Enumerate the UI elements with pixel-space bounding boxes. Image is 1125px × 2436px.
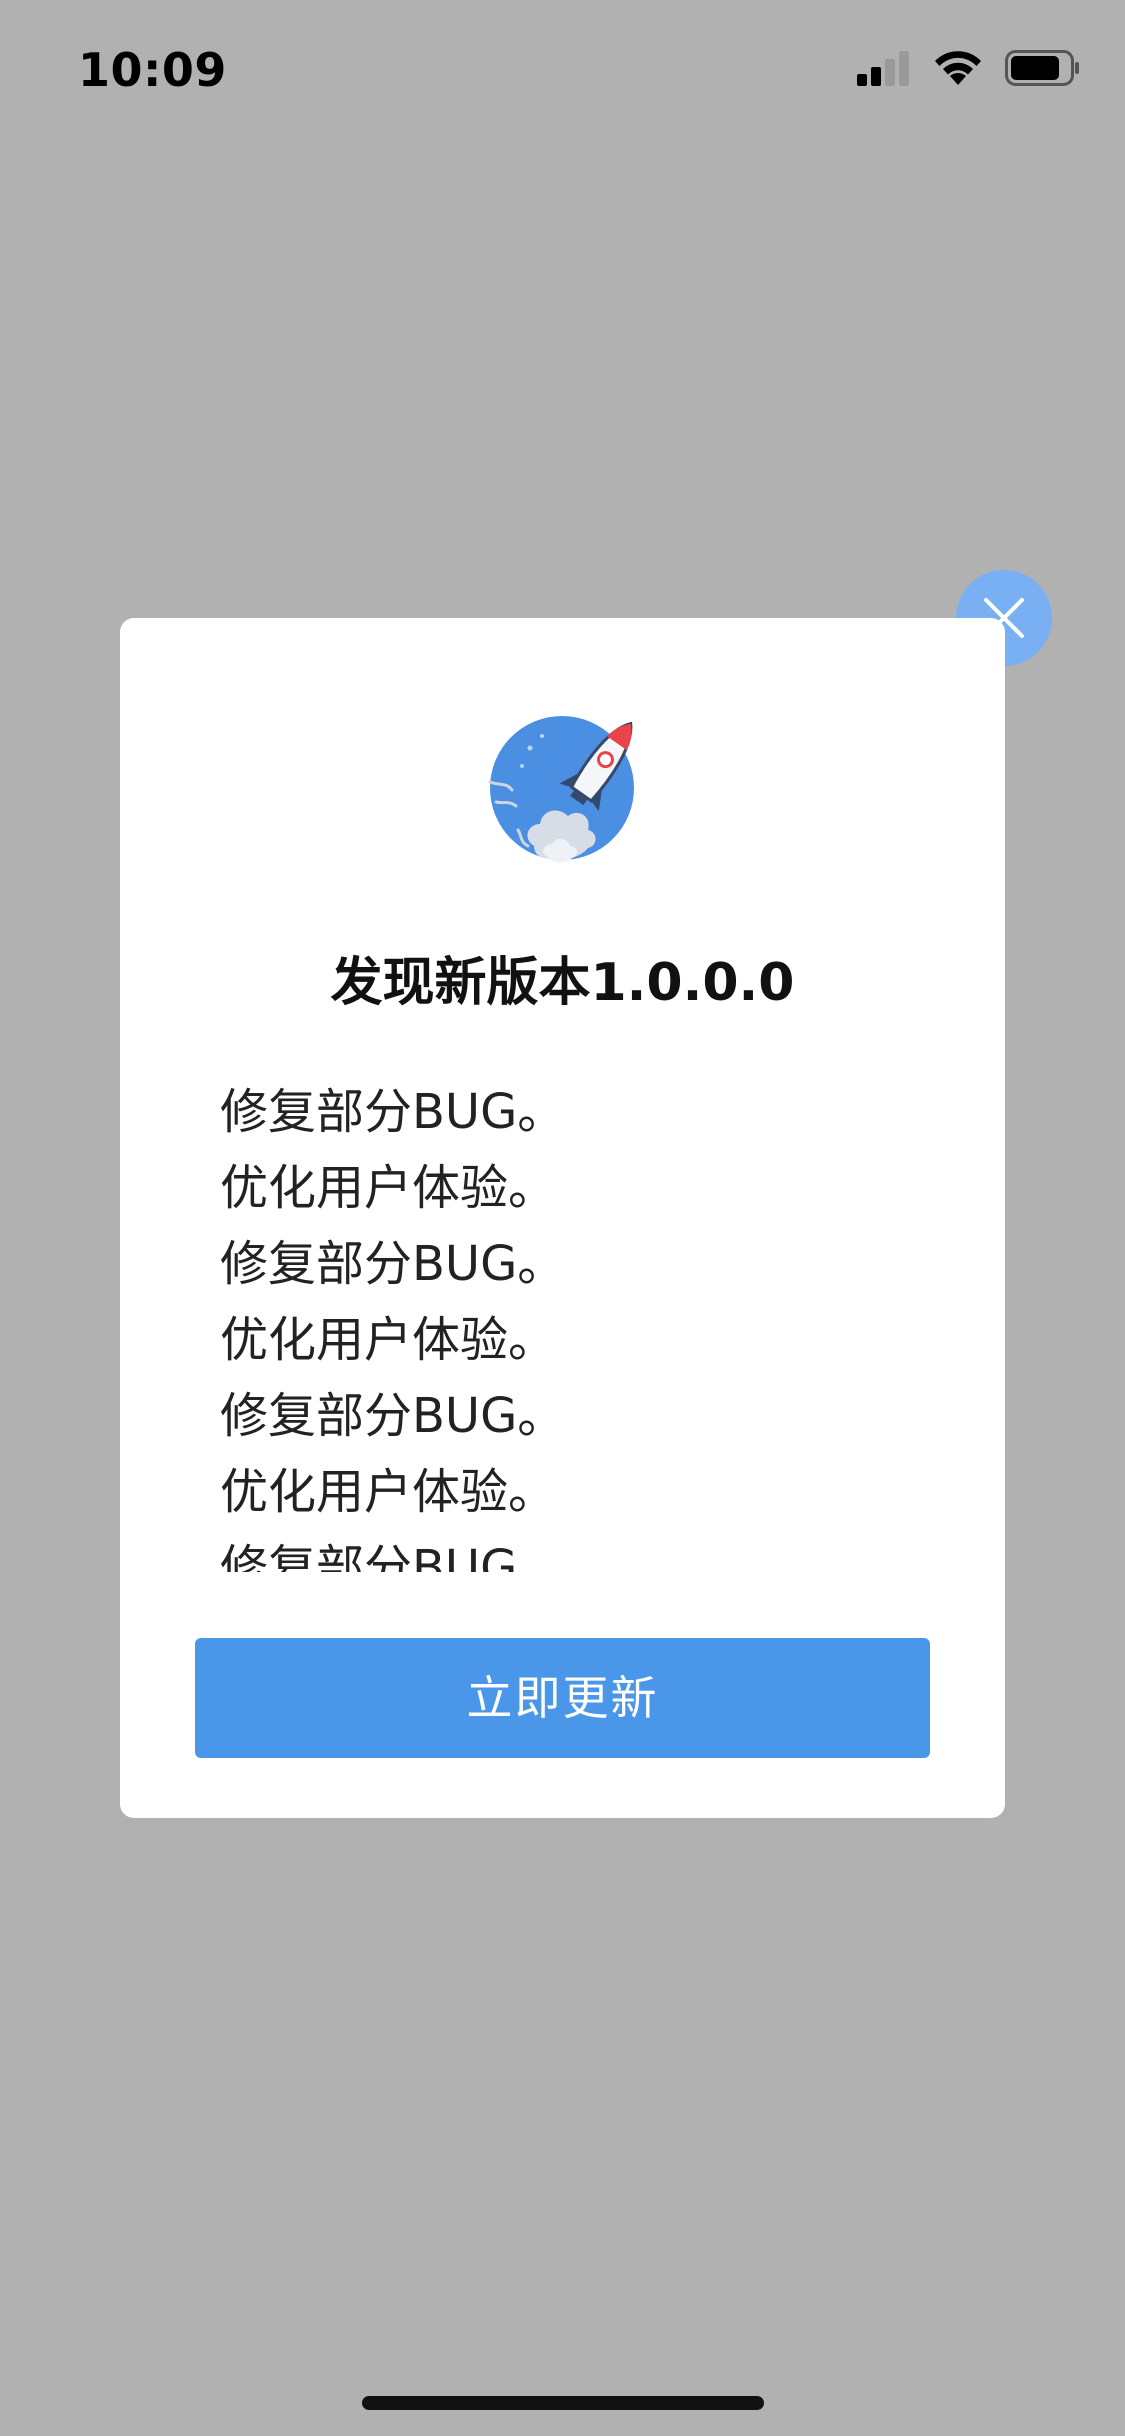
rocket-icon: [482, 706, 657, 881]
release-note-line: 优化用户体验。: [220, 1160, 557, 1216]
dialog-title: 发现新版本1.0.0.0: [330, 953, 795, 1013]
release-notes: 修复部分BUG。 优化用户体验。 修复部分BUG。 优化用户体验。 修复部分BU…: [220, 1074, 920, 1572]
app-screen: 10:09 发现新版本1.0.0.0 修复部分BUG。 优化用户体验。 修复部分…: [0, 0, 1125, 2436]
status-time: 10:09: [78, 43, 227, 97]
release-note-line: 优化用户体验。: [220, 1312, 557, 1368]
release-note-line: 优化用户体验。: [220, 1464, 557, 1520]
status-icons: [857, 46, 1081, 94]
signal-icon: [857, 50, 911, 90]
battery-icon: [1005, 50, 1081, 90]
release-note-line: 修复部分BUG。: [220, 1540, 566, 1572]
home-indicator[interactable]: [362, 2396, 764, 2410]
update-now-button[interactable]: 立即更新: [195, 1638, 930, 1758]
update-dialog: 发现新版本1.0.0.0 修复部分BUG。 优化用户体验。 修复部分BUG。 优…: [120, 618, 1005, 1818]
wifi-icon: [933, 49, 983, 91]
release-note-line: 修复部分BUG。: [220, 1388, 566, 1444]
release-note-line: 修复部分BUG。: [220, 1084, 566, 1140]
release-note-line: 修复部分BUG。: [220, 1236, 566, 1292]
